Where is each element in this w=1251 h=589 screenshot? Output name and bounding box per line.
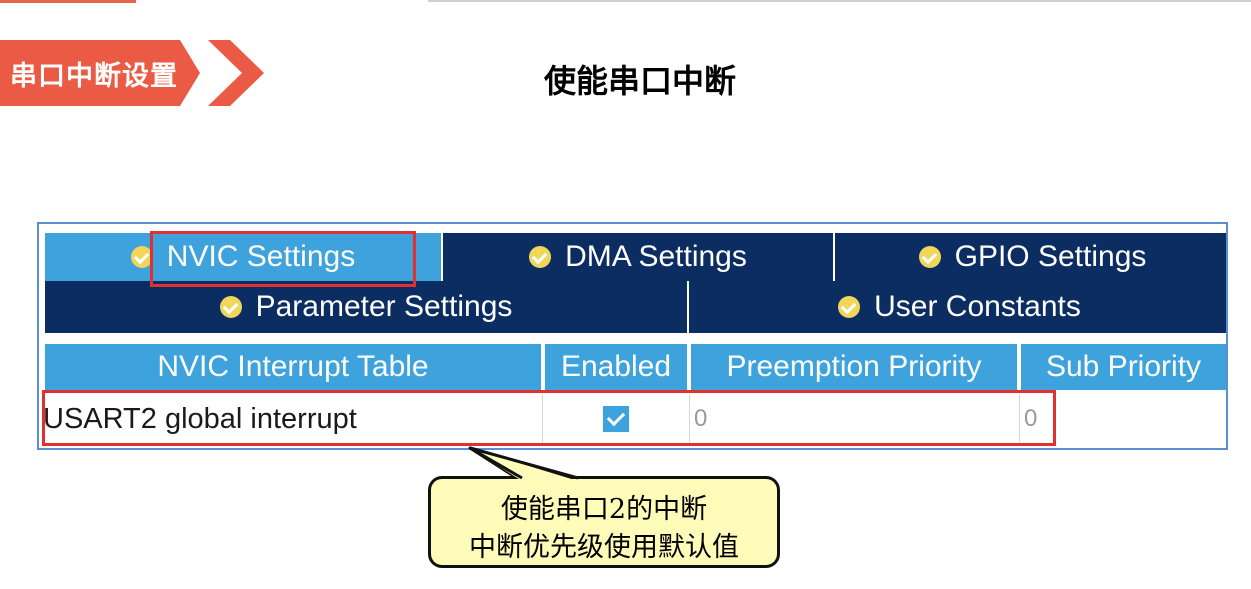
sub-priority-field[interactable]: 0	[1020, 394, 1225, 444]
check-circle-icon	[130, 246, 153, 268]
tab-label: NVIC Settings	[166, 240, 356, 273]
check-circle-icon	[918, 246, 941, 268]
configuration-panel: NVIC Settings DMA Settings GPIO Settings…	[37, 222, 1228, 450]
check-circle-icon	[529, 246, 552, 268]
tab-label: User Constants	[874, 290, 1081, 323]
interrupt-name-cell: USART2 global interrupt	[39, 394, 543, 444]
check-circle-icon	[219, 296, 242, 318]
tab-bar-secondary: Parameter Settings User Constants	[45, 281, 1226, 333]
section-tag-label: 串口中断设置	[10, 61, 178, 92]
tab-parameter-settings[interactable]: Parameter Settings	[45, 281, 689, 333]
column-header-sub-priority[interactable]: Sub Priority	[1021, 344, 1226, 390]
enabled-cell	[543, 394, 690, 444]
column-header-interrupt[interactable]: NVIC Interrupt Table	[45, 344, 545, 390]
tab-label: GPIO Settings	[954, 240, 1147, 273]
enabled-checkbox[interactable]	[603, 406, 629, 432]
slide-title: 使能串口中断	[543, 62, 736, 100]
callout-box: 使能串口2的中断 中断优先级使用默认值	[428, 476, 780, 568]
tab-user-constants[interactable]: User Constants	[689, 281, 1226, 333]
column-header-preemption[interactable]: Preemption Priority	[691, 344, 1021, 390]
chevron-right-icon	[208, 40, 264, 106]
top-divider-line	[428, 0, 1251, 2]
preemption-priority-field[interactable]: 0	[690, 394, 1020, 444]
section-tag: 串口中断设置	[0, 40, 264, 106]
top-accent-line	[0, 0, 136, 3]
nvic-table-header: NVIC Interrupt Table Enabled Preemption …	[45, 344, 1226, 390]
check-circle-icon	[838, 296, 861, 318]
tab-label: Parameter Settings	[255, 290, 513, 323]
tab-bar-primary: NVIC Settings DMA Settings GPIO Settings	[45, 233, 1226, 281]
tab-label: DMA Settings	[565, 240, 747, 273]
callout-line-1: 使能串口2的中断	[500, 494, 708, 525]
tab-dma-settings[interactable]: DMA Settings	[443, 233, 835, 281]
tab-gpio-settings[interactable]: GPIO Settings	[835, 233, 1226, 281]
callout-line-2: 中断优先级使用默认值	[469, 532, 739, 563]
tab-nvic-settings[interactable]: NVIC Settings	[45, 233, 443, 281]
table-row: USART2 global interrupt 0 0	[39, 394, 1226, 444]
column-header-enabled[interactable]: Enabled	[545, 344, 691, 390]
